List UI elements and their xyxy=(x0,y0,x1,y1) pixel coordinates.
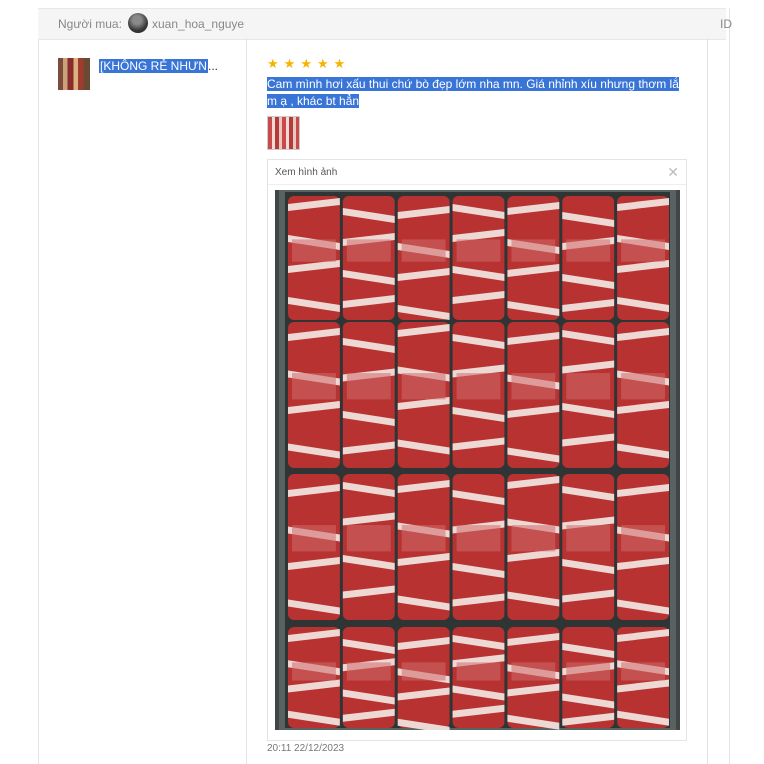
beef-roll xyxy=(397,627,450,730)
beef-roll xyxy=(397,474,450,620)
beef-roll xyxy=(507,322,560,468)
beef-roll xyxy=(507,474,560,620)
star-icon: ★ xyxy=(333,56,346,71)
beef-roll xyxy=(617,322,669,468)
product-thumbnail[interactable] xyxy=(58,58,90,90)
buyer-label: Người mua: xyxy=(58,17,122,31)
star-icon: ★ xyxy=(283,56,296,71)
beef-roll xyxy=(288,474,340,620)
product-title-ellipsis: ... xyxy=(208,59,219,73)
review-comment-line: Cam mình hơi xấu thui chứ bò đẹp lớm nha… xyxy=(267,77,679,91)
beef-roll xyxy=(617,196,669,320)
beef-roll xyxy=(288,196,340,320)
beef-roll xyxy=(562,196,615,320)
meat-tray-image xyxy=(275,190,680,730)
beef-roll xyxy=(452,196,505,320)
review-header: Người mua: xuan_hoa_nguye ID xyxy=(38,8,732,40)
star-icon: ★ xyxy=(267,56,279,71)
order-id-label: ID xyxy=(720,17,732,31)
image-viewer: Xem hình ảnh ✕ xyxy=(267,159,687,741)
beef-roll xyxy=(342,196,395,320)
beef-roll xyxy=(288,322,340,468)
divider xyxy=(268,184,686,185)
review-image-thumbnail[interactable] xyxy=(267,116,300,150)
beef-roll xyxy=(507,196,560,320)
image-viewer-title: Xem hình ảnh xyxy=(275,167,338,178)
beef-roll xyxy=(452,322,505,468)
beef-roll xyxy=(342,474,395,620)
review-column: ★ ★ ★ ★ ★ Cam mình hơi xấu thui chứ bò đ… xyxy=(247,38,708,764)
star-icon: ★ xyxy=(300,56,312,71)
beef-roll xyxy=(397,322,450,468)
beef-roll xyxy=(507,627,560,730)
beef-roll xyxy=(562,627,615,728)
review-timestamp: 20:11 22/12/2023 xyxy=(267,743,345,754)
buyer-avatar[interactable] xyxy=(128,13,148,33)
product-title-link[interactable]: [KHÔNG RẺ NHƯN xyxy=(99,59,208,73)
beef-roll xyxy=(562,474,615,620)
close-icon[interactable]: ✕ xyxy=(667,164,679,181)
product-column: [KHÔNG RẺ NHƯN ... xyxy=(38,38,247,764)
review-photo[interactable] xyxy=(275,190,680,730)
beef-roll xyxy=(452,627,505,728)
beef-roll xyxy=(342,627,395,728)
review-comment-line: m ạ , khác bt hẳn xyxy=(267,94,360,108)
star-icon: ★ xyxy=(316,56,329,71)
rating-stars: ★ ★ ★ ★ ★ xyxy=(267,56,346,71)
review-comment: Cam mình hơi xấu thui chứ bò đẹp lớm nha… xyxy=(267,76,697,110)
beef-roll xyxy=(562,322,615,468)
beef-roll xyxy=(342,322,395,468)
beef-roll xyxy=(397,196,450,320)
buyer-name-link[interactable]: xuan_hoa_nguye xyxy=(152,17,244,31)
beef-roll xyxy=(617,627,669,728)
beef-roll xyxy=(452,474,505,620)
beef-roll xyxy=(288,627,340,728)
beef-roll xyxy=(617,474,669,620)
